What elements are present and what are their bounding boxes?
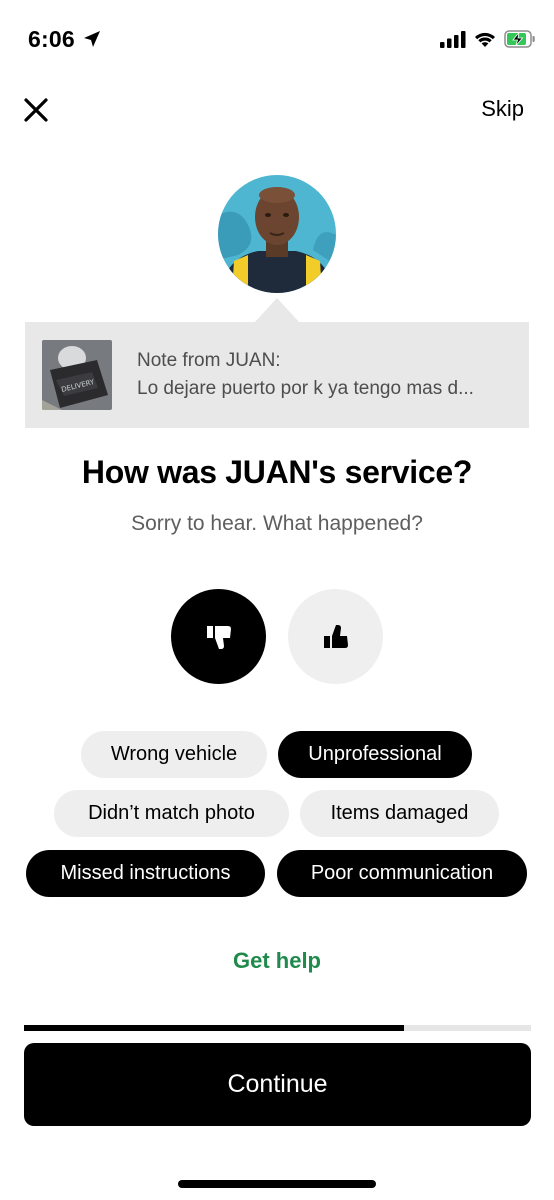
note-pointer xyxy=(255,298,299,322)
thumbs-up-icon xyxy=(323,624,348,648)
driver-note-card[interactable]: DELIVERY Note from JUAN: Lo dejare puert… xyxy=(25,322,529,428)
thumbs-down-button[interactable] xyxy=(171,589,266,684)
note-text: Lo dejare puerto por k ya tengo mas d... xyxy=(137,378,474,399)
location-arrow-icon xyxy=(84,31,100,47)
cellular-signal-icon xyxy=(440,31,466,48)
chip-poor-communication[interactable]: Poor communication xyxy=(277,850,527,897)
chip-unprofessional[interactable]: Unprofessional xyxy=(278,731,472,778)
chip-didnt-match-photo[interactable]: Didn’t match photo xyxy=(54,790,289,837)
progress-bar xyxy=(24,1025,531,1031)
driver-photo xyxy=(218,175,336,293)
note-photo-thumbnail[interactable]: DELIVERY xyxy=(42,340,112,410)
continue-button[interactable]: Continue xyxy=(24,1043,531,1126)
chip-missed-instructions[interactable]: Missed instructions xyxy=(26,850,265,897)
rating-subtitle: Sorry to hear. What happened? xyxy=(131,512,423,535)
close-button[interactable] xyxy=(20,94,52,126)
get-help-link[interactable]: Get help xyxy=(0,948,554,974)
skip-button[interactable]: Skip xyxy=(481,96,524,122)
progress-bar-fill xyxy=(24,1025,405,1031)
driver-avatar xyxy=(218,175,336,293)
status-bar: 6:06 xyxy=(0,0,554,80)
chip-items-damaged[interactable]: Items damaged xyxy=(300,790,499,837)
chip-wrong-vehicle[interactable]: Wrong vehicle xyxy=(81,731,267,778)
status-icons xyxy=(440,30,536,48)
home-indicator xyxy=(178,1180,376,1188)
status-time: 6:06 xyxy=(28,26,75,52)
thumbs-down-icon xyxy=(206,625,231,649)
rating-question: How was JUAN's service? xyxy=(81,454,473,490)
thumbs-up-button[interactable] xyxy=(288,589,383,684)
note-title: Note from JUAN: xyxy=(137,350,281,371)
wifi-icon xyxy=(475,32,495,47)
battery-charging-icon xyxy=(504,30,535,48)
